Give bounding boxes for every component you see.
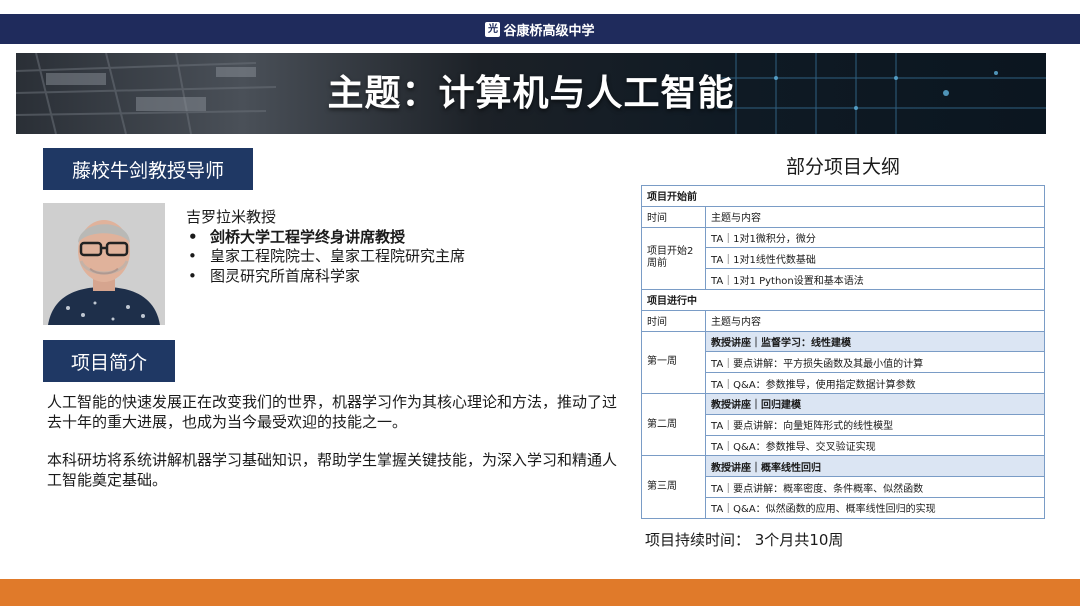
column-header-time: 时间: [641, 205, 706, 228]
mentor-label: 藤校牛剑教授导师: [43, 148, 253, 190]
school-name: 谷康桥高级中学: [503, 23, 595, 39]
topic-cell: TA｜Q&A：参数推导，使用指定数据计算参数: [705, 372, 1045, 394]
professor-titles-list: 剑桥大学工程学终身讲席教授 皇家工程院院士、皇家工程院研究主席 图灵研究所首席科…: [186, 228, 606, 287]
logo-mark-icon: 光: [485, 21, 501, 37]
table-row: 第三周 教授讲座｜概率线性回归: [641, 455, 1045, 519]
table-row: 项目进行中: [641, 288, 1045, 311]
lecture-cell: 教授讲座｜回归建模: [705, 392, 1045, 415]
topic-cell: TA｜要点讲解：平方损失函数及其最小值的计算: [705, 351, 1045, 374]
topic-cell: TA｜1对1 Python设置和基本语法: [705, 268, 1045, 290]
professor-title-item: 图灵研究所首席科学家: [186, 267, 606, 287]
outline-title: 部分项目大纲: [785, 156, 900, 178]
professor-portrait-image: [43, 203, 165, 325]
professor-info: 吉罗拉米教授 剑桥大学工程学终身讲席教授 皇家工程院院士、皇家工程院研究主席 图…: [186, 208, 606, 286]
column-header-time: 时间: [641, 309, 706, 332]
week-cell: 第二周: [641, 392, 706, 457]
time-cell: 项目开始2周前: [641, 226, 706, 290]
topic-cell: TA｜Q&A：参数推导、交叉验证实现: [705, 434, 1045, 457]
topic-cell: TA｜1对1线性代数基础: [705, 247, 1045, 270]
table-row: 时间 主题与内容: [641, 309, 1045, 332]
table-row: 项目开始2周前 TA｜1对1微积分，微分: [641, 226, 1045, 290]
section-header-before: 项目开始前: [641, 185, 1045, 207]
lecture-cell: 教授讲座｜监督学习：线性建模: [705, 330, 1045, 353]
column-header-topic: 主题与内容: [705, 309, 1045, 332]
outline-table: 项目开始前 时间 主题与内容 项目开始2周前 TA｜1对1微积分，微分 TA｜1…: [641, 185, 1045, 519]
week-cell: 第三周: [641, 455, 706, 519]
table-row: 第二周 教授讲座｜回归建模: [641, 392, 1045, 457]
intro-description: 人工智能的快速发展正在改变我们的世界，机器学习作为其核心理论和方法，推动了过去十…: [47, 393, 617, 490]
topic-cell: TA｜Q&A：似然函数的应用、概率线性回归的实现: [705, 496, 1045, 519]
bottom-accent-bar: [0, 579, 1080, 606]
topic-cell: TA｜要点讲解：概率密度、条件概率、似然函数: [705, 476, 1045, 498]
week-cell: 第一周: [641, 330, 706, 394]
table-row: 第一周 教授讲座｜监督学习：线性建模: [641, 330, 1045, 394]
intro-paragraph: 本科研坊将系统讲解机器学习基础知识，帮助学生掌握关键技能，为深入学习和精通人工智…: [47, 451, 618, 489]
page-title: 主题：计算机与人工智能: [327, 73, 735, 114]
professor-name: 吉罗拉米教授: [186, 208, 277, 226]
topic-cell: TA｜1对1微积分，微分: [705, 226, 1045, 249]
column-header-topic: 主题与内容: [705, 205, 1045, 228]
intro-paragraph: 人工智能的快速发展正在改变我们的世界，机器学习作为其核心理论和方法，推动了过去十…: [47, 393, 618, 431]
top-header-bar: 光 谷康桥高级中学: [0, 14, 1080, 44]
table-row: 时间 主题与内容: [641, 205, 1045, 228]
title-banner: 主题：计算机与人工智能: [16, 53, 1046, 134]
section-header-during: 项目进行中: [641, 288, 1045, 311]
intro-label: 项目简介: [43, 340, 175, 382]
table-row: 项目开始前: [641, 185, 1045, 207]
school-logo: 光 谷康桥高级中学: [485, 20, 595, 39]
project-duration: 项目持续时间： 3个月共10周: [645, 531, 844, 549]
professor-photo: [43, 203, 165, 325]
topic-cell: TA｜要点讲解：向量矩阵形式的线性模型: [705, 413, 1045, 436]
lecture-cell: 教授讲座｜概率线性回归: [705, 455, 1045, 478]
professor-title-item: 剑桥大学工程学终身讲席教授: [186, 228, 606, 248]
professor-title-item: 皇家工程院院士、皇家工程院研究主席: [186, 247, 606, 267]
